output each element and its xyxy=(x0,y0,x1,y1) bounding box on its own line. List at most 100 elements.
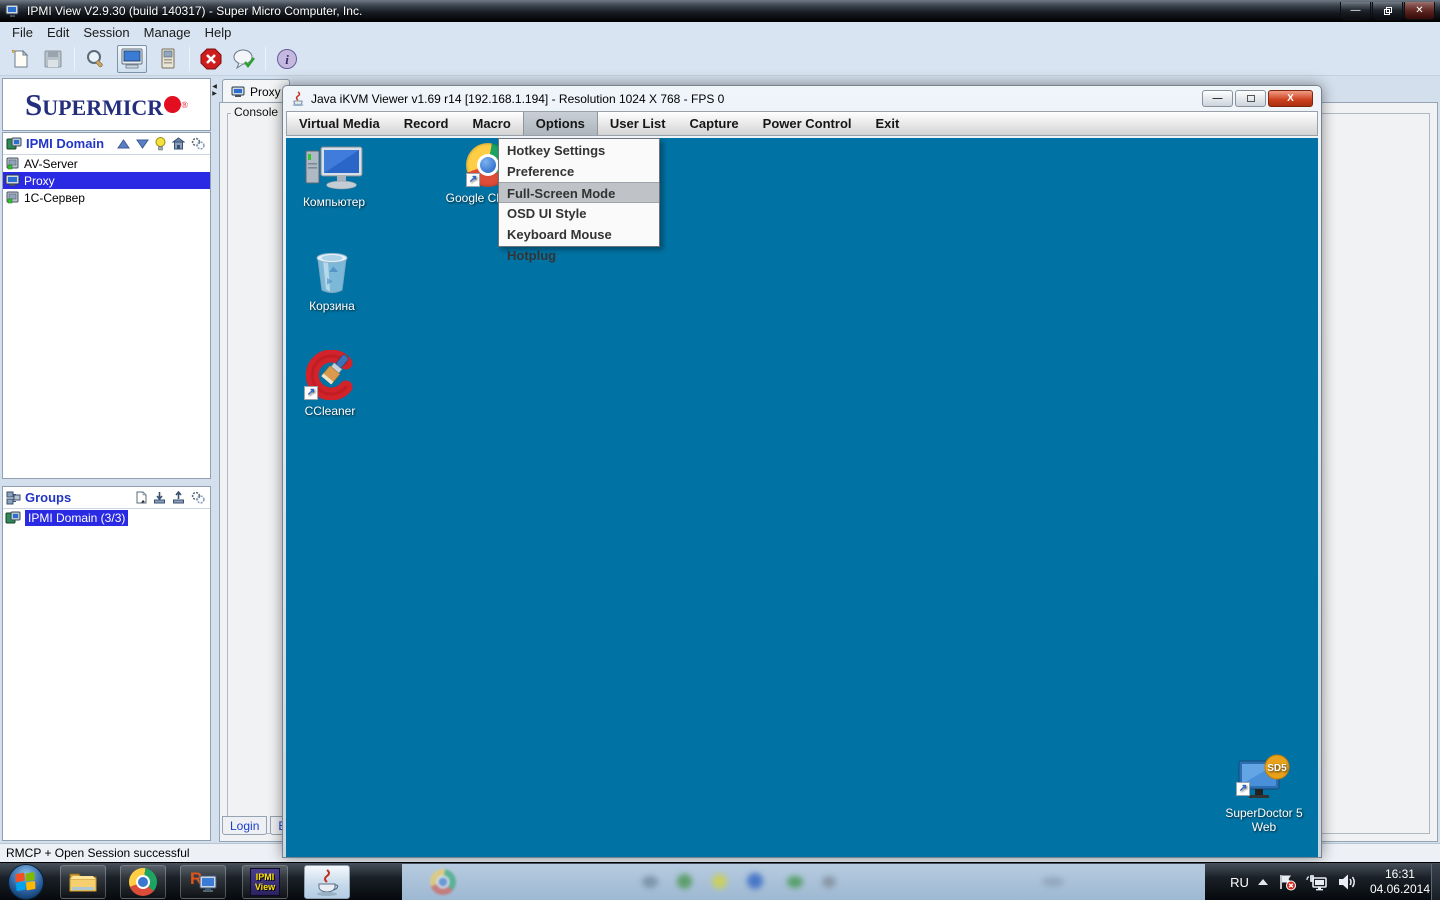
tray-time: 16:31 xyxy=(1385,867,1415,882)
show-desktop-button[interactable] xyxy=(1431,864,1440,900)
menu-item-hotkey-settings[interactable]: Hotkey Settings xyxy=(499,140,659,161)
taskbar-blurred-region xyxy=(402,864,1205,900)
about-info-icon[interactable]: i xyxy=(275,47,299,71)
tab-login[interactable]: Login xyxy=(222,816,267,835)
java-icon xyxy=(291,91,305,106)
shortcut-arrow-icon: ↗ xyxy=(304,386,318,400)
menu-session[interactable]: Session xyxy=(76,24,136,41)
refresh-gears-icon[interactable] xyxy=(191,137,205,150)
logo-red-dot xyxy=(164,96,181,113)
message-check-icon[interactable] xyxy=(232,47,256,71)
move-up-icon[interactable] xyxy=(117,139,130,149)
ikvm-close-button[interactable]: X xyxy=(1268,90,1313,107)
menu-item-osd-ui-style[interactable]: OSD UI Style xyxy=(499,203,659,224)
action-center-flag-icon[interactable] xyxy=(1277,873,1297,891)
device-manage-icon[interactable] xyxy=(156,47,180,71)
ipmi-domain-icon xyxy=(5,511,21,525)
logo-text: Supermicr xyxy=(25,89,163,120)
menu-edit[interactable]: Edit xyxy=(40,24,76,41)
ikvm-menu-options[interactable]: Options xyxy=(523,112,598,135)
desktop-icon-superdoctor[interactable]: SD5 ↗ SuperDoctor 5 Web xyxy=(1220,754,1308,834)
svg-text:i: i xyxy=(285,52,289,67)
main-restore-button[interactable] xyxy=(1372,2,1403,20)
menu-item-full-screen-mode[interactable]: Full-Screen Mode xyxy=(499,182,659,203)
desktop-icon-recycle-bin[interactable]: Корзина xyxy=(288,248,376,313)
show-hidden-icons-button[interactable] xyxy=(1258,879,1268,885)
export-icon[interactable] xyxy=(172,491,185,504)
start-button[interactable] xyxy=(8,864,44,900)
shortcut-arrow-icon: ↗ xyxy=(1236,782,1250,796)
menu-help[interactable]: Help xyxy=(198,24,239,41)
ipmi-view-icon: IPMI View xyxy=(250,868,280,896)
desktop-icon-ccleaner[interactable]: ↗ CCleaner xyxy=(286,350,374,418)
ikvm-menu-record[interactable]: Record xyxy=(392,112,461,135)
menu-item-keyboard-mouse-hotplug[interactable]: Keyboard Mouse Hotplug xyxy=(499,224,659,245)
computer-icon xyxy=(303,145,365,191)
save-icon[interactable] xyxy=(41,47,65,71)
taskbar-chrome-button[interactable] xyxy=(120,865,166,899)
domain-panel-title: IPMI Domain xyxy=(26,136,104,151)
sidebar-splitter[interactable]: ◀ ▶ xyxy=(211,76,218,843)
tree-item-1c-server[interactable]: 1С-Сервер xyxy=(3,189,210,206)
ikvm-menu-user-list[interactable]: User List xyxy=(598,112,678,135)
bulb-icon[interactable] xyxy=(155,137,166,151)
main-minimize-button[interactable]: — xyxy=(1340,2,1371,20)
move-down-icon[interactable] xyxy=(136,139,149,149)
language-indicator[interactable]: RU xyxy=(1230,875,1249,890)
kvm-desktop: Компьютер ↗ Google Chrome xyxy=(286,138,1318,857)
taskbar-radmin-button[interactable]: R xyxy=(180,865,226,899)
radmin-icon: R xyxy=(188,868,218,896)
main-close-button[interactable]: ✕ xyxy=(1404,2,1435,20)
group-item-ipmi-domain[interactable]: IPMI Domain (3/3) xyxy=(3,509,130,526)
tree-item-av-server[interactable]: AV-Server xyxy=(3,155,210,172)
screen: IPMI View V2.9.30 (build 140317) - Super… xyxy=(0,0,1440,900)
taskbar-explorer-button[interactable] xyxy=(60,865,106,899)
taskbar-ipmi-view-button[interactable]: IPMI View xyxy=(242,865,288,899)
recycle-bin-icon xyxy=(311,248,353,295)
ikvm-menu-macro[interactable]: Macro xyxy=(460,112,522,135)
new-file-icon[interactable] xyxy=(8,47,32,71)
clock[interactable]: 16:31 04.06.2014 xyxy=(1366,867,1430,897)
desktop-icon-computer[interactable]: Компьютер xyxy=(290,145,378,209)
ikvm-menu-exit[interactable]: Exit xyxy=(864,112,912,135)
ikvm-titlebar: Java iKVM Viewer v1.69 r14 [192.168.1.19… xyxy=(283,86,1321,111)
splitter-collapse-right-icon[interactable]: ▶ xyxy=(212,91,217,98)
groups-panel: Groups xyxy=(2,486,211,841)
server-icon xyxy=(5,191,20,204)
home-icon[interactable] xyxy=(172,137,185,150)
groups-panel-header: Groups xyxy=(3,487,210,509)
ikvm-maximize-button[interactable] xyxy=(1235,90,1266,107)
menu-file[interactable]: File xyxy=(5,24,40,41)
logo-registered-mark: ® xyxy=(181,100,188,110)
refresh-gears-icon[interactable] xyxy=(191,491,205,504)
console-redirect-icon[interactable] xyxy=(117,45,147,73)
new-group-icon[interactable] xyxy=(135,491,147,504)
search-icon[interactable] xyxy=(84,47,108,71)
menu-manage[interactable]: Manage xyxy=(137,24,198,41)
proxy-tab-icon xyxy=(231,86,245,98)
network-icon[interactable] xyxy=(1306,873,1328,891)
splitter-collapse-left-icon[interactable]: ◀ xyxy=(212,84,217,91)
sd5-badge-text: SD5 xyxy=(1267,763,1287,774)
tree-item-proxy[interactable]: Proxy xyxy=(3,172,210,189)
system-tray: RU 16:31 04.06.2014 xyxy=(1230,863,1430,900)
server-icon xyxy=(5,157,20,170)
ikvm-menu-virtual-media[interactable]: Virtual Media xyxy=(287,112,392,135)
proxy-monitor-icon xyxy=(5,174,20,187)
ikvm-menu-power-control[interactable]: Power Control xyxy=(751,112,864,135)
ikvm-menubar: Virtual Media Record Macro Options User … xyxy=(286,111,1318,136)
shortcut-arrow-icon: ↗ xyxy=(466,173,480,187)
taskbar-java-button[interactable] xyxy=(304,865,350,899)
volume-icon[interactable] xyxy=(1337,873,1357,891)
ikvm-menu-capture[interactable]: Capture xyxy=(678,112,751,135)
groups-icon xyxy=(6,491,21,505)
stop-session-icon[interactable] xyxy=(199,47,223,71)
toolbar-separator xyxy=(265,47,266,71)
explorer-icon xyxy=(68,870,98,894)
ikvm-window: Java iKVM Viewer v1.69 r14 [192.168.1.19… xyxy=(282,85,1322,858)
ikvm-minimize-button[interactable]: — xyxy=(1202,90,1233,107)
menu-item-preference[interactable]: Preference xyxy=(499,161,659,182)
main-window-title: IPMI View V2.9.30 (build 140317) - Super… xyxy=(27,4,362,18)
tab-proxy[interactable]: Proxy xyxy=(222,79,290,103)
import-icon[interactable] xyxy=(153,491,166,504)
